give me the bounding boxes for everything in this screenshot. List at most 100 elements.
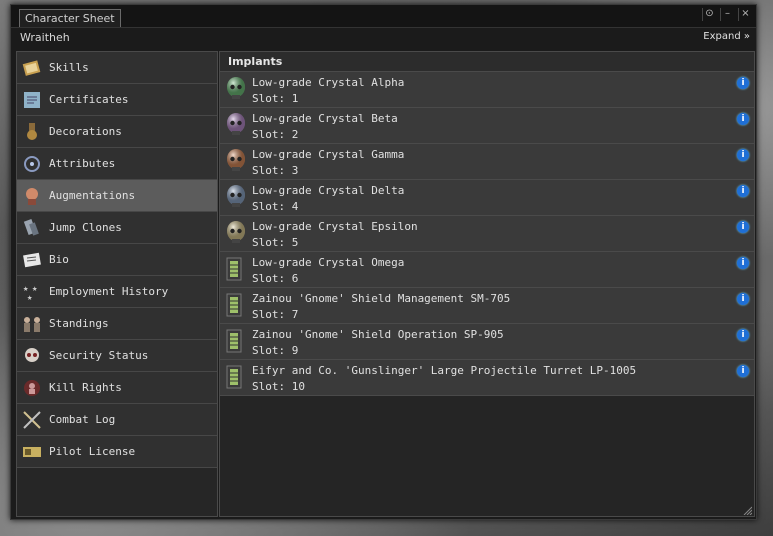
attributes-icon [19, 151, 45, 177]
implant-list: Low-grade Crystal Alpha Slot: 1 i Low-grade… [220, 72, 754, 396]
implant-row[interactable]: Low-grade Crystal Delta Slot: 4 i [220, 180, 754, 216]
window-controls: ⊙ – × [702, 8, 752, 21]
info-icon[interactable]: i [737, 149, 749, 161]
skull-implant-icon [224, 220, 248, 246]
stars-icon: ★ ★ ★ [19, 279, 45, 305]
hardwiring-icon [224, 328, 248, 354]
implant-name: Low-grade Crystal Delta [252, 184, 405, 197]
clone-icon [19, 215, 45, 241]
implant-row[interactable]: Low-grade Crystal Epsilon Slot: 5 i [220, 216, 754, 252]
window-title-tab[interactable]: Character Sheet [19, 9, 121, 27]
character-header: Wraitheh Expand » [11, 28, 756, 48]
implant-slot: Slot: 7 [252, 308, 299, 321]
svg-text:★: ★ [27, 293, 33, 303]
sidebar-item-label: Certificates [49, 93, 129, 106]
implant-slot: Slot: 4 [252, 200, 299, 213]
sidebar-item-label: Jump Clones [49, 221, 122, 234]
book-icon [19, 55, 45, 81]
implant-name: Low-grade Crystal Beta [252, 112, 398, 125]
implant-row[interactable]: Low-grade Crystal Beta Slot: 2 i [220, 108, 754, 144]
sidebar-item-decorations[interactable]: Decorations [17, 116, 217, 148]
implant-row[interactable]: Low-grade Crystal Omega Slot: 6 i [220, 252, 754, 288]
implant-row[interactable]: Low-grade Crystal Alpha Slot: 1 i [220, 72, 754, 108]
implant-slot: Slot: 6 [252, 272, 299, 285]
skull-implant-icon [224, 112, 248, 138]
implant-name: Zainou 'Gnome' Shield Operation SP-905 [252, 328, 504, 341]
sidebar-item-jump-clones[interactable]: Jump Clones [17, 212, 217, 244]
implant-name: Eifyr and Co. 'Gunslinger' Large Project… [252, 364, 637, 377]
sidebar-item-pilot-license[interactable]: Pilot License [17, 436, 217, 468]
character-name: Wraitheh [20, 31, 70, 44]
sidebar-item-standings[interactable]: Standings [17, 308, 217, 340]
info-icon[interactable]: i [737, 257, 749, 269]
double-chevron-down-icon: » [743, 31, 750, 42]
info-icon[interactable]: i [737, 185, 749, 197]
implant-name: Zainou 'Gnome' Shield Management SM-705 [252, 292, 511, 305]
hardwiring-icon [224, 292, 248, 318]
title-bar[interactable]: Character Sheet ⊙ – × [11, 5, 756, 28]
bio-icon [19, 247, 45, 273]
sidebar-item-label: Decorations [49, 125, 122, 138]
hardwiring-icon [224, 256, 248, 282]
sidebar-item-label: Security Status [49, 349, 149, 362]
expand-button[interactable]: Expand » [703, 31, 750, 42]
implant-name: Low-grade Crystal Gamma [252, 148, 405, 161]
implant-slot: Slot: 9 [252, 344, 299, 357]
implant-slot: Slot: 5 [252, 236, 299, 249]
sidebar-item-security-status[interactable]: Security Status [17, 340, 217, 372]
implants-header: Implants [220, 52, 754, 72]
info-icon[interactable]: i [737, 365, 749, 377]
expand-label: Expand [703, 31, 741, 42]
head-icon [19, 183, 45, 209]
certificate-icon [19, 87, 45, 113]
close-icon[interactable]: × [738, 8, 752, 21]
character-sheet-window: Character Sheet ⊙ – × Wraitheh Expand » … [10, 4, 757, 520]
implant-slot: Slot: 10 [252, 380, 305, 393]
skull-icon [19, 343, 45, 369]
sidebar-item-skills[interactable]: Skills [17, 52, 217, 84]
sidebar-item-label: Attributes [49, 157, 116, 170]
implant-row[interactable]: Zainou 'Gnome' Shield Operation SP-905 Sl… [220, 324, 754, 360]
minimize-icon[interactable]: – [720, 8, 734, 21]
implant-row[interactable]: Zainou 'Gnome' Shield Management SM-705 S… [220, 288, 754, 324]
skull-implant-icon [224, 76, 248, 102]
sidebar-item-label: Employment History [49, 285, 169, 298]
info-icon[interactable]: i [737, 113, 749, 125]
sidebar-item-augmentations[interactable]: Augmentations [17, 180, 217, 212]
sidebar-item-employment-history[interactable]: ★ ★ ★ Employment History [17, 276, 217, 308]
info-icon[interactable]: i [737, 77, 749, 89]
options-icon[interactable]: ⊙ [702, 8, 716, 21]
medal-icon [19, 119, 45, 145]
sidebar-item-label: Augmentations [49, 189, 136, 202]
implant-name: Low-grade Crystal Epsilon [252, 220, 418, 233]
sidebar-item-kill-rights[interactable]: Kill Rights [17, 372, 217, 404]
implant-row[interactable]: Eifyr and Co. 'Gunslinger' Large Project… [220, 360, 754, 396]
implant-slot: Slot: 3 [252, 164, 299, 177]
info-icon[interactable]: i [737, 293, 749, 305]
sidebar-item-label: Skills [49, 61, 89, 74]
sidebar-item-label: Combat Log [49, 413, 116, 426]
hardwiring-icon [224, 364, 248, 390]
info-icon[interactable]: i [737, 329, 749, 341]
sidebar-item-label: Pilot License [49, 445, 136, 458]
sidebar-item-bio[interactable]: Bio [17, 244, 217, 276]
sidebar-item-combat-log[interactable]: Combat Log [17, 404, 217, 436]
sidebar-item-label: Kill Rights [49, 381, 122, 394]
implant-name: Low-grade Crystal Alpha [252, 76, 405, 89]
implant-slot: Slot: 1 [252, 92, 299, 105]
sidebar-item-label: Standings [49, 317, 109, 330]
skull-implant-icon [224, 184, 248, 210]
standings-icon [19, 311, 45, 337]
sidebar: Skills Certificates Decorations Attributes A… [16, 51, 218, 517]
sidebar-item-attributes[interactable]: Attributes [17, 148, 217, 180]
implant-slot: Slot: 2 [252, 128, 299, 141]
implants-panel: Implants Low-grade Crystal Alpha Slot: 1 i… [219, 51, 755, 517]
info-icon[interactable]: i [737, 221, 749, 233]
license-icon [19, 439, 45, 465]
implant-name: Low-grade Crystal Omega [252, 256, 405, 269]
sidebar-item-certificates[interactable]: Certificates [17, 84, 217, 116]
resize-grip-icon[interactable] [742, 505, 752, 515]
swords-icon [19, 407, 45, 433]
sidebar-item-label: Bio [49, 253, 69, 266]
implant-row[interactable]: Low-grade Crystal Gamma Slot: 3 i [220, 144, 754, 180]
